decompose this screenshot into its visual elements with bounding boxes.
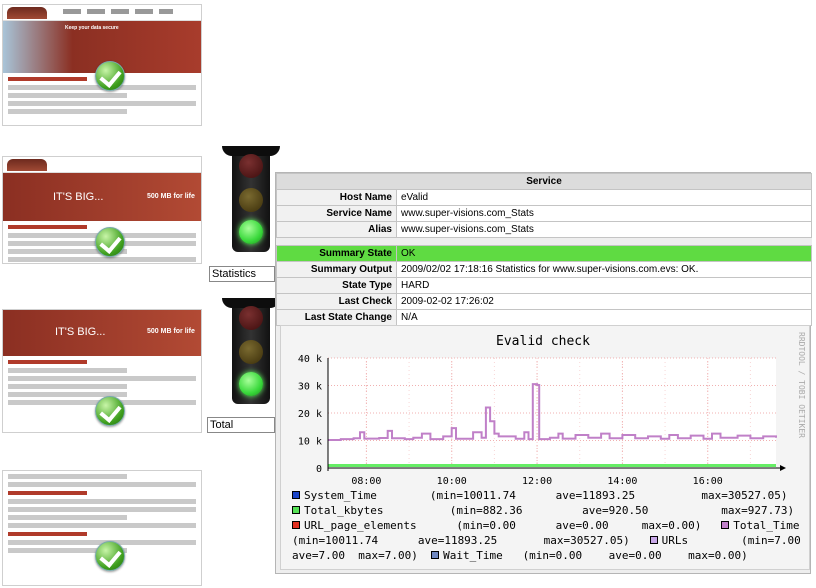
x-tick-label: 08:00: [351, 476, 381, 486]
legend-item: (min=10011.74 ave=11893.25 max=30527.05)…: [292, 533, 802, 548]
thumbnail-home[interactable]: Keep your data secure: [2, 4, 202, 126]
status-badge: OK: [396, 245, 812, 262]
legend-text: URL_page_elements (min=0.00 ave=0.00 max…: [304, 519, 702, 532]
legend-text: URLs (min=7.00: [661, 534, 801, 547]
chart-title: Evalid check: [496, 334, 590, 349]
chart-legend: System_Time (min=10011.74 ave=11893.25 m…: [292, 488, 802, 563]
legend-text: Total_Time: [733, 519, 800, 532]
row-value: eValid: [396, 189, 812, 206]
legend-item: Total_kbytes (min=882.36 ave=920.50 max=…: [292, 503, 802, 518]
thumb-banner-text: IT'S BIG...: [55, 326, 106, 338]
row-key: Alias: [276, 221, 397, 238]
row-value: N/A: [396, 309, 812, 326]
legend-text: (min=10011.74 ave=11893.25 max=30527.05): [292, 534, 630, 547]
legend-swatch: [649, 536, 658, 544]
green-lamp-icon: [239, 220, 263, 244]
x-ticks: 08:00 10:00 12:00 14:00 16:00: [351, 476, 722, 486]
legend-swatch: [292, 506, 300, 514]
thumb-banner-text: IT'S BIG...: [53, 191, 104, 203]
traffic-light-statistics: [222, 146, 280, 252]
row-value: 2009-02-02 17:26:02: [396, 293, 812, 310]
super-visions-logo: [7, 7, 47, 19]
thumb-banner-sub: 500 MB for life: [147, 193, 195, 200]
service-table-title: Service: [276, 173, 812, 190]
y-tick-label: 20 k: [298, 409, 322, 420]
x-axis-arrow-icon: [780, 465, 786, 471]
x-tick-label: 16:00: [693, 476, 723, 486]
row-key: Last State Change: [276, 309, 397, 326]
y-ticks: 0 10 k 20 k 30 k 40 k: [298, 354, 322, 475]
legend-text: System_Time (min=10011.74 ave=11893.25 m…: [304, 489, 788, 502]
chart-side-label: RRDTOOL / TOBI OETIKER: [797, 332, 806, 438]
legend-text: Wait_Time (min=0.00 ave=0.00 max=0.00): [443, 549, 748, 562]
plot-area: [328, 358, 776, 468]
ok-check-icon: [95, 227, 125, 257]
summary-state-row: Summary State OK: [276, 245, 812, 262]
row-value: www.super-visions.com_Stats: [396, 221, 812, 238]
x-tick-label: 14:00: [607, 476, 637, 486]
light-label-total: Total: [207, 417, 275, 433]
thumb-nav: [3, 5, 201, 21]
evalid-chart: Evalid check RRDTOOL / TOBI OETIKER 0 10 …: [298, 332, 806, 486]
ok-check-icon: [95, 396, 125, 426]
y-tick-label: 30 k: [298, 382, 322, 393]
y-tick-label: 0: [316, 464, 322, 475]
row-key: Service Name: [276, 205, 397, 222]
thumb-nav: [3, 157, 201, 173]
y-tick-label: 40 k: [298, 354, 322, 365]
y-tick-label: 10 k: [298, 437, 322, 448]
thumbnail-download[interactable]: [2, 470, 202, 586]
row-key: Summary State: [276, 245, 397, 262]
thumb-banner-sub: 500 MB for life: [147, 328, 195, 335]
series-total-kbytes: [328, 464, 776, 467]
light-label-statistics: Statistics: [209, 266, 275, 282]
legend-item: ave=7.00 max=7.00) Wait_Time (min=0.00 a…: [292, 548, 802, 563]
row-value: 2009/02/02 17:18:16 Statistics for www.s…: [396, 261, 812, 278]
traffic-light-total: [222, 298, 280, 404]
thumb-nav-links: [63, 9, 173, 14]
legend-swatch: [721, 521, 730, 529]
green-lamp-icon: [239, 372, 263, 396]
legend-swatch: [292, 521, 300, 529]
thumbnail-promo[interactable]: IT'S BIG... 500 MB for life: [2, 309, 202, 433]
row-key: Host Name: [276, 189, 397, 206]
super-visions-logo: [7, 159, 47, 171]
thumb-banner: IT'S BIG... 500 MB for life: [3, 173, 201, 221]
legend-item: URL_page_elements (min=0.00 ave=0.00 max…: [292, 518, 802, 533]
ok-check-icon: [95, 541, 125, 571]
thumb-banner-text: Keep your data secure: [65, 25, 119, 31]
x-tick-label: 10:00: [437, 476, 467, 486]
x-tick-label: 12:00: [522, 476, 552, 486]
row-value: HARD: [396, 277, 812, 294]
legend-item: System_Time (min=10011.74 ave=11893.25 m…: [292, 488, 802, 503]
row-key: State Type: [276, 277, 397, 294]
legend-text: Total_kbytes (min=882.36 ave=920.50 max=…: [304, 504, 795, 517]
legend-text: ave=7.00 max=7.00): [292, 549, 418, 562]
row-key: Last Check: [276, 293, 397, 310]
row-key: Summary Output: [276, 261, 397, 278]
row-value: www.super-visions.com_Stats: [396, 205, 812, 222]
ok-check-icon: [95, 61, 125, 91]
service-table: Service Host Name eValid Service Name www.…: [276, 173, 812, 326]
legend-swatch: [431, 551, 440, 559]
legend-swatch: [292, 491, 300, 499]
thumbnail-backup[interactable]: IT'S BIG... 500 MB for life: [2, 156, 202, 264]
thumb-banner: IT'S BIG... 500 MB for life: [3, 310, 201, 356]
